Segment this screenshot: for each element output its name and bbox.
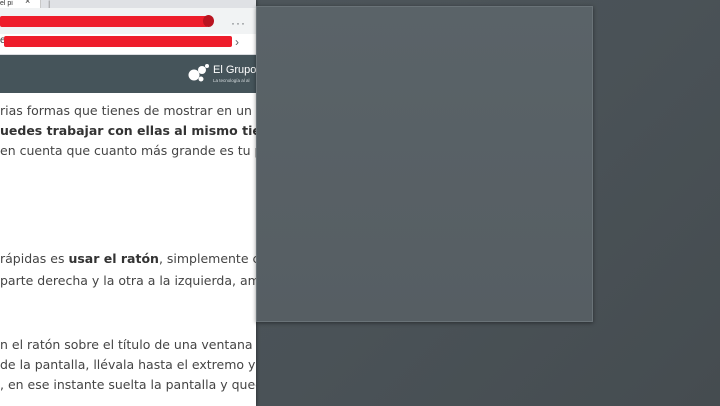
article-line: , en ese instante suelta la pantalla y q… [0,377,256,392]
article-line: en cuenta que cuanto más grande es tu pa… [0,143,256,158]
browser-tab[interactable]: el pi × [0,0,41,8]
chevron-right-icon[interactable]: › [235,35,239,49]
redacted-address-bar[interactable] [0,16,208,27]
logo-text: El Grupo [213,64,256,76]
logo-tagline: La tecnología al al [213,78,250,83]
logo-icon[interactable] [188,63,210,83]
article-line: rápidas es usar el ratón, simplemente co… [0,251,256,266]
article-line: uedes trabajar con ellas al mismo tiempo… [0,123,256,138]
close-icon[interactable]: × [25,0,30,6]
site-header: El Grupo La tecnología al al [0,55,256,93]
article-line: rias formas que tienes de mostrar en un … [0,103,256,118]
article-line: n el ratón sobre el título de una ventan… [0,337,256,352]
redacted-bookmarks[interactable] [4,36,232,47]
more-menu-icon[interactable]: ··· [231,16,246,30]
redacted-profile-icon[interactable] [203,15,214,27]
article-line: parte derecha y la otra a la izquierda, … [0,273,256,288]
snap-assist-placeholder[interactable] [256,6,593,322]
browser-window[interactable]: el pi × | ··· e › El Grupo La tecnología… [0,0,256,406]
article-body: rias formas que tienes de mostrar en un … [0,93,256,406]
tab-strip: el pi × | [0,0,256,9]
article-line: de la pantalla, llévala hasta el extremo… [0,357,256,372]
tab-title: el pi [0,0,13,7]
